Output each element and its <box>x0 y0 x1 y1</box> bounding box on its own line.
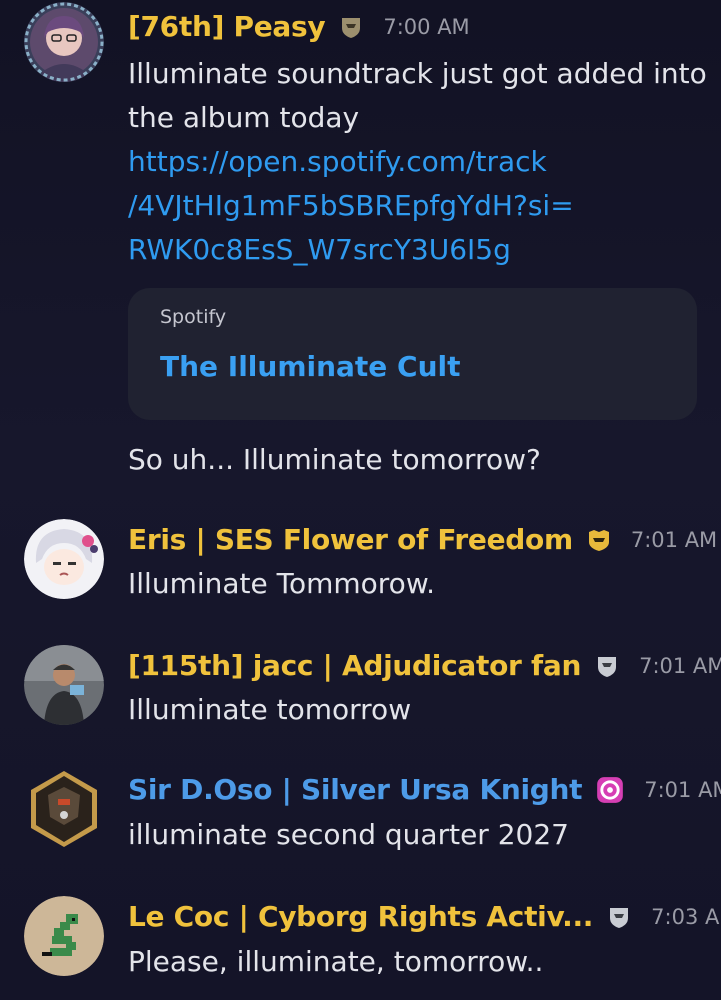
spotify-link[interactable]: RWK0c8EsS_W7srcY3U6I5g <box>128 228 707 272</box>
timestamp: 7:01 AM <box>630 527 718 552</box>
spotify-link[interactable]: /4VJtHIg1mF5bSBREpfgYdH?si= <box>128 184 707 228</box>
spotify-link[interactable]: https://open.spotify.com/track <box>128 140 707 184</box>
avatar[interactable] <box>24 769 104 849</box>
message-text: illuminate second quarter 2027 <box>128 818 569 851</box>
username[interactable]: Sir D.Oso | Silver Ursa Knight <box>128 773 583 806</box>
username[interactable]: [115th] jacc | Adjudicator fan <box>128 649 581 682</box>
message-text: Illuminate tomorrow <box>128 693 412 726</box>
message-text-line: Illuminate soundtrack just got added int… <box>128 57 707 90</box>
message-text-line: the album today <box>128 101 360 134</box>
shield-badge-icon[interactable] <box>607 905 631 929</box>
message-text-followup: So uh... Illuminate tomorrow? <box>128 443 541 476</box>
link-embed[interactable]: Spotify The Illuminate Cult <box>128 288 697 420</box>
avatar[interactable] <box>24 645 104 725</box>
avatar-image <box>24 645 104 725</box>
shield-badge-icon[interactable] <box>595 654 619 678</box>
username[interactable]: Eris | SES Flower of Freedom <box>128 523 573 556</box>
message-text: Illuminate soundtrack just got added int… <box>128 52 707 272</box>
username[interactable]: [76th] Peasy <box>128 10 326 43</box>
avatar[interactable] <box>24 2 104 82</box>
avatar-image <box>31 771 97 847</box>
username[interactable]: Le Coc | Cyborg Rights Activ... <box>128 900 593 933</box>
timestamp: 7:01 AM <box>644 777 721 802</box>
target-badge-icon[interactable] <box>596 776 624 804</box>
helmet-badge-icon[interactable] <box>587 528 611 552</box>
avatar[interactable] <box>24 896 104 976</box>
avatar-image <box>24 519 104 599</box>
embed-title[interactable]: The Illuminate Cult <box>160 350 461 383</box>
timestamp: 7:01 AM <box>639 653 721 678</box>
avatar[interactable] <box>24 519 104 599</box>
timestamp: 7:03 AM <box>651 904 721 929</box>
shield-badge-icon[interactable] <box>339 15 363 39</box>
message-text: Illuminate Tommorow. <box>128 567 436 600</box>
message-text: Please, illuminate, tomorrow.. <box>128 945 544 978</box>
embed-provider[interactable]: Spotify <box>160 306 226 328</box>
avatar-image <box>24 896 104 976</box>
timestamp: 7:00 AM <box>383 14 470 39</box>
avatar-image <box>24 2 104 82</box>
